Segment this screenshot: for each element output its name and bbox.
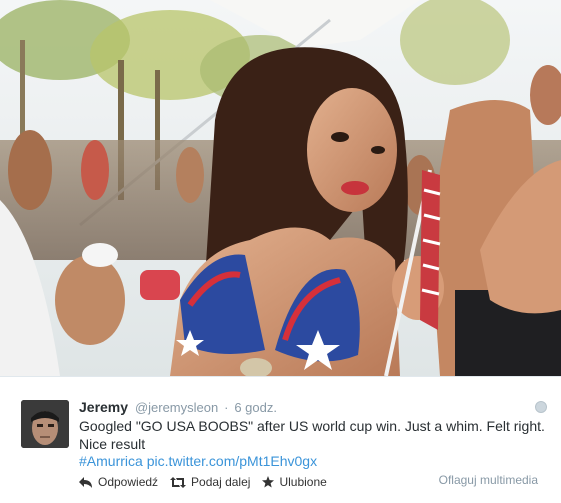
retweet-icon <box>170 476 187 488</box>
avatar[interactable] <box>21 400 69 448</box>
separator-dot: · <box>224 400 229 415</box>
user-name[interactable]: Jeremy <box>79 399 128 415</box>
hashtag-link[interactable]: #Amurrica <box>79 453 143 469</box>
star-icon <box>262 476 275 488</box>
retweet-label: Podaj dalej <box>191 475 251 489</box>
tweet-links: #Amurrica pic.twitter.com/pMt1Ehv0gx <box>79 452 317 470</box>
more-icon[interactable] <box>535 401 547 413</box>
favorite-label: Ulubione <box>279 475 327 489</box>
tweet-actions: Odpowiedź Podaj dalej Ulubione <box>79 475 339 489</box>
tweet-media-photo[interactable] <box>0 0 561 376</box>
reply-icon <box>79 476 92 488</box>
tweet-header: Jeremy @jeremysleon · 6 godz. <box>79 399 277 415</box>
flag-media-link[interactable]: Oflaguj multimedia <box>439 473 538 487</box>
tweet-text: Googled "GO USA BOOBS" after US world cu… <box>79 418 545 452</box>
favorite-button[interactable]: Ulubione <box>262 475 327 489</box>
user-handle[interactable]: @jeremysleon <box>135 400 218 415</box>
reply-label: Odpowiedź <box>98 475 159 489</box>
retweet-button[interactable]: Podaj dalej <box>170 475 250 489</box>
reply-button[interactable]: Odpowiedź <box>79 475 158 489</box>
tweet: Jeremy @jeremysleon · 6 godz. Googled "G… <box>0 376 561 503</box>
tweet-timestamp[interactable]: 6 godz. <box>234 400 277 415</box>
pic-link[interactable]: pic.twitter.com/pMt1Ehv0gx <box>147 453 317 469</box>
avatar-image <box>21 400 69 448</box>
beach-party-photo <box>0 0 561 376</box>
